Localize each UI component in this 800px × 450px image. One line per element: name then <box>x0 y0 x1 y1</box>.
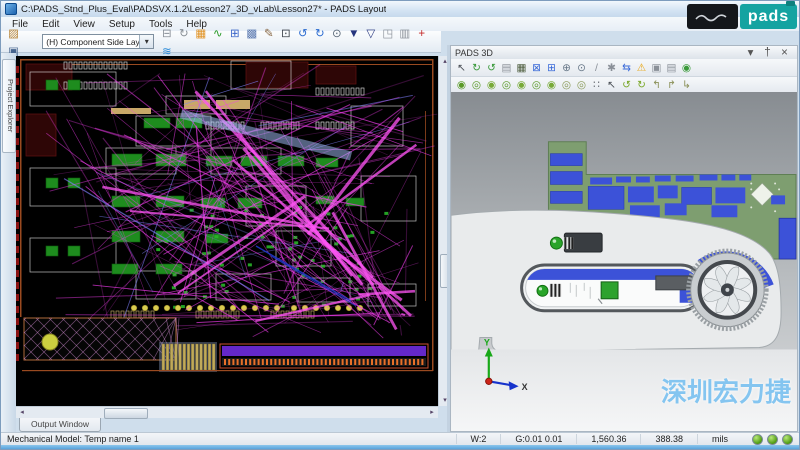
padstack-icon[interactable]: ⊡ <box>278 26 293 42</box>
zoom-icon[interactable]: ⊙ <box>329 26 344 42</box>
step-out-icon[interactable]: ↳ <box>680 78 693 92</box>
pads-layout-window: C:\PADS_Stnd_Plus_Eval\PADSVX.1.2\Lesson… <box>0 0 800 450</box>
export-icon[interactable]: ▤ <box>665 61 678 75</box>
measure-point-icon[interactable]: ✱ <box>605 61 618 75</box>
undo-icon[interactable]: ↺ <box>295 26 310 42</box>
app-icon <box>5 3 17 15</box>
clipboard-icon[interactable]: ▥ <box>397 26 412 42</box>
chevron-down-icon[interactable]: ▾ <box>139 35 153 48</box>
cursor-3d-icon[interactable]: ↖ <box>605 78 618 92</box>
color-setup-icon[interactable]: ▦ <box>193 26 208 42</box>
layer-combo[interactable]: (H) Component Side Lay ▾ <box>42 34 154 49</box>
zoom-in-icon[interactable]: ⊕ <box>560 61 573 75</box>
status-field: 1,560.36 <box>576 434 640 444</box>
view-spin-ccw-icon[interactable]: ◎ <box>575 78 588 92</box>
menu-item[interactable]: Setup <box>102 19 142 30</box>
pcb-design-canvas[interactable] <box>16 56 438 406</box>
rotate-cw-icon[interactable]: ↻ <box>470 61 483 75</box>
zoom-window-icon[interactable]: ⊙ <box>575 61 588 75</box>
select-cursor-icon[interactable]: ↖ <box>455 61 468 75</box>
view-left-icon[interactable]: ◎ <box>530 78 543 92</box>
view-bottom-icon[interactable]: ◉ <box>485 78 498 92</box>
close-icon[interactable]: × <box>777 45 792 61</box>
pads-3d-toolbar-1: ↖↻↺▤▦⊠⊞⊕⊙/✱⇆⚠▣▤◉ <box>451 59 797 77</box>
board-3d-icon[interactable]: ▦ <box>515 61 528 75</box>
funnel-icon[interactable]: ▽ <box>363 26 378 42</box>
open-folder-icon[interactable]: ▨ <box>6 26 21 42</box>
chevron-down-icon[interactable]: ▾ <box>743 45 758 61</box>
orbit-left-icon[interactable]: ↺ <box>620 78 633 92</box>
pads-3d-title: PADS 3D <box>455 48 493 58</box>
filter-icon[interactable]: ▼ <box>346 26 361 42</box>
fit-view-icon[interactable]: ⇆ <box>620 61 633 75</box>
globe-icon[interactable]: ◉ <box>680 61 693 75</box>
orbit-right-icon[interactable]: ↻ <box>635 78 648 92</box>
project-explorer-tab[interactable]: Project Explorer <box>2 59 16 153</box>
pin-icon[interactable]: † <box>760 45 775 61</box>
step-over-icon[interactable]: ↱ <box>665 78 678 92</box>
view-top-icon[interactable]: ◎ <box>470 78 483 92</box>
refresh-icon[interactable]: ↻ <box>176 26 191 42</box>
main-toolbar: ▨▣ (H) Component Side Lay ▾ ⊟↻▦∿⊞▩✎⊡↺↻⊙▼… <box>1 31 441 53</box>
status-field: 388.38 <box>640 434 697 444</box>
title-bar[interactable]: C:\PADS_Stnd_Plus_Eval\PADSVX.1.2\Lesson… <box>1 1 799 17</box>
print-icon[interactable]: ⊟ <box>159 26 174 42</box>
board-view-icon[interactable]: ▤ <box>500 61 513 75</box>
view-spin-cw-icon[interactable]: ◎ <box>560 78 573 92</box>
output-window-tab[interactable]: Output Window <box>19 418 101 432</box>
route-icon[interactable]: ∿ <box>210 26 225 42</box>
horizontal-scroll-thumb[interactable] <box>104 408 148 419</box>
menu-item[interactable]: View <box>66 19 102 30</box>
window-bottom-edge <box>1 445 799 450</box>
pads-logo: pads <box>740 4 797 29</box>
3d-viewport[interactable]: Y X 深圳宏力捷 <box>451 92 797 431</box>
horizontal-scrollbar[interactable]: ◂ ▸ <box>16 406 438 418</box>
report-icon[interactable]: ▣ <box>650 61 663 75</box>
status-field: G:0.01 0.01 <box>500 434 576 444</box>
rotate-ccw-icon[interactable]: ↺ <box>485 61 498 75</box>
view-back-icon[interactable]: ◉ <box>515 78 528 92</box>
dots-separator-icon[interactable]: ∷ <box>590 78 603 92</box>
left-dock-strip: Project Explorer <box>1 53 16 432</box>
status-field: mils <box>697 434 742 444</box>
pads-3d-titlebar[interactable]: PADS 3D ▾†× <box>451 46 797 59</box>
status-led[interactable] <box>767 434 778 445</box>
status-led[interactable] <box>752 434 763 445</box>
scroll-right-icon[interactable]: ▸ <box>426 407 438 419</box>
status-message: Mechanical Model: Temp name 1 <box>7 434 456 444</box>
measure-line-icon[interactable]: / <box>590 61 603 75</box>
layer-combo-value: (H) Component Side Lay <box>43 37 139 47</box>
redo-icon[interactable]: ↻ <box>312 26 327 42</box>
axis-x-label: X <box>522 382 528 392</box>
box-select-icon[interactable]: ⊠ <box>530 61 543 75</box>
pads-3d-panel: PADS 3D ▾†× ↖↻↺▤▦⊠⊞⊕⊙/✱⇆⚠▣▤◉ ◉◎◉◎◉◎◉◎◎∷↖… <box>450 45 798 432</box>
warning-icon[interactable]: ⚠ <box>635 61 648 75</box>
drafting-icon[interactable]: ✎ <box>261 26 276 42</box>
view-front-icon[interactable]: ◎ <box>500 78 513 92</box>
view-iso-icon[interactable]: ◉ <box>455 78 468 92</box>
display-colors-icon[interactable]: ▩ <box>244 26 259 42</box>
mentor-graphics-logo <box>687 4 738 29</box>
status-field: W:2 <box>456 434 501 444</box>
status-bar: Mechanical Model: Temp name 1 W:2G:0.01 … <box>1 432 799 445</box>
grid-icon[interactable]: ⊞ <box>227 26 242 42</box>
step-back-icon[interactable]: ↰ <box>650 78 663 92</box>
window-title: C:\PADS_Stnd_Plus_Eval\PADSVX.1.2\Lesson… <box>21 4 386 15</box>
axis-y-label: Y <box>484 338 490 348</box>
view-right-icon[interactable]: ◉ <box>545 78 558 92</box>
box-zoom-icon[interactable]: ⊞ <box>545 61 558 75</box>
status-led[interactable] <box>782 434 793 445</box>
watermark: 深圳宏力捷 <box>661 372 791 409</box>
measure-icon[interactable]: + <box>414 26 429 42</box>
3d-pcb-right-edge <box>779 218 796 259</box>
menu-item[interactable]: Edit <box>35 19 66 30</box>
windows-icon[interactable]: ◳ <box>380 26 395 42</box>
